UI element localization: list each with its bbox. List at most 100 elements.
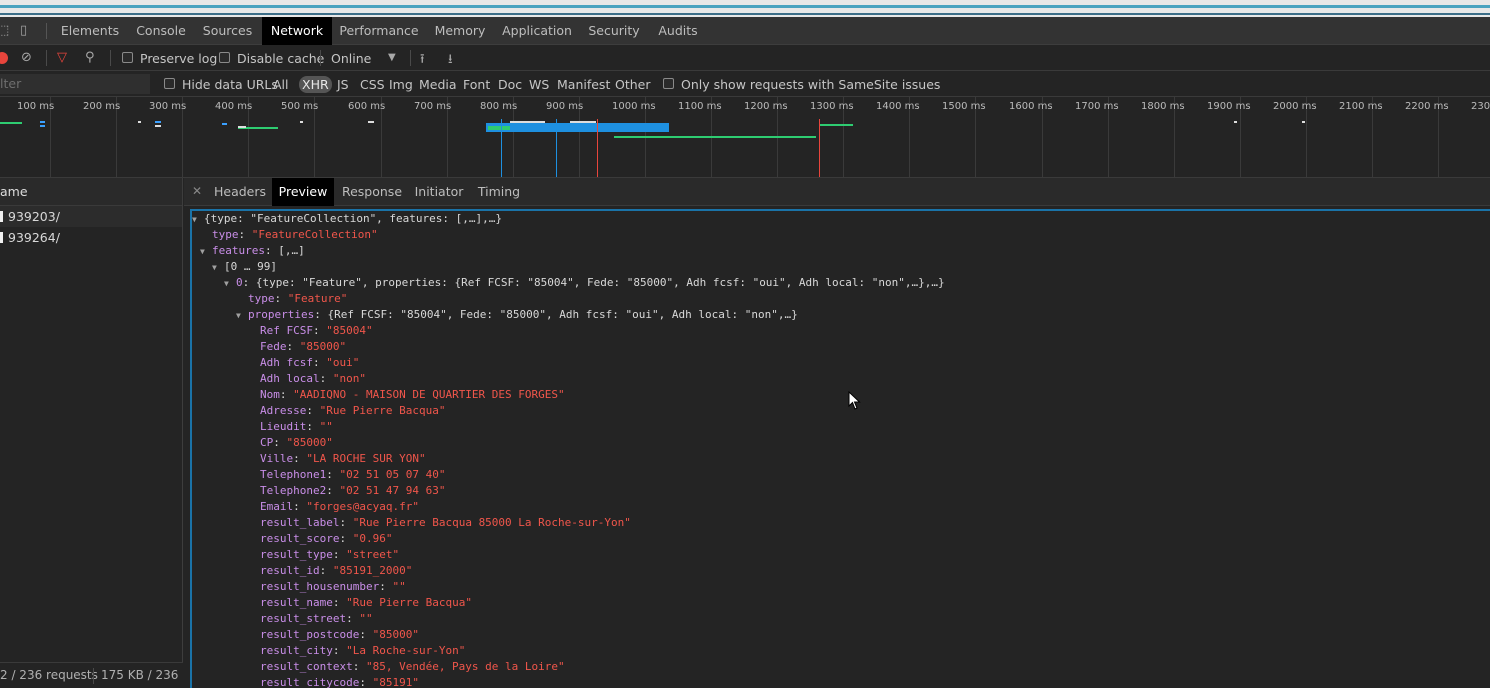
tab-timing[interactable]: Timing — [474, 178, 524, 206]
property-key: result_label — [260, 516, 340, 529]
throttle-dropdown-icon[interactable]: ▼ — [388, 52, 396, 63]
request-list: ame 939203/ 939264/ 2 / 236 requests 175… — [0, 178, 183, 688]
json-property-line: Telephone2: "02 51 47 94 63" — [260, 484, 446, 497]
tabbar-separator — [46, 23, 47, 39]
import-har-icon[interactable]: ⭱ — [420, 50, 425, 72]
filter-type-all[interactable]: All — [273, 77, 289, 92]
preserve-log-checkbox[interactable] — [122, 52, 133, 63]
samesite-label: Only show requests with SameSite issues — [681, 77, 941, 92]
overview-request-bar — [510, 121, 545, 123]
filter-type-font[interactable]: Font — [463, 77, 490, 92]
property-value: "85191_2000" — [332, 564, 413, 577]
json-type-line: type: "FeatureCollection" — [212, 228, 378, 241]
tab-performance[interactable]: Performance — [334, 17, 424, 45]
overview-time-label: 600 ms — [348, 101, 386, 112]
request-row[interactable]: 939203/ — [0, 206, 182, 227]
disable-cache-checkbox[interactable] — [219, 52, 230, 63]
expand-triangle-icon[interactable]: ▼ — [224, 276, 236, 292]
property-key: Telephone2 — [260, 484, 327, 497]
filter-type-xhr[interactable]: XHR — [299, 76, 332, 93]
filter-type-doc[interactable]: Doc — [498, 77, 522, 92]
json-feature-item[interactable]: ▼ 0: {type: "Feature", properties: {Ref F… — [224, 275, 945, 291]
tab-console[interactable]: Console — [130, 17, 192, 45]
json-property-line: result_postcode: "85000" — [260, 628, 419, 641]
property-key: Email — [260, 500, 294, 513]
throttle-select[interactable]: Online — [331, 51, 371, 66]
tab-elements[interactable]: Elements — [52, 17, 128, 45]
property-value: "street" — [346, 548, 400, 561]
filter-type-js[interactable]: JS — [337, 77, 349, 92]
filter-type-ws[interactable]: WS — [529, 77, 549, 92]
export-har-icon[interactable]: ⭳ — [448, 50, 453, 72]
request-name: 939264/ — [8, 230, 60, 245]
overview-event-marker — [597, 119, 598, 177]
json-properties[interactable]: ▼ properties: {Ref FCSF: "85004", Fede: "… — [236, 307, 798, 323]
expand-triangle-icon[interactable]: ▼ — [192, 212, 204, 228]
filter-type-media[interactable]: Media — [419, 77, 457, 92]
tab-security[interactable]: Security — [582, 17, 646, 45]
tab-audits[interactable]: Audits — [651, 17, 705, 45]
tab-initiator[interactable]: Initiator — [410, 178, 468, 206]
hide-data-urls-checkbox[interactable] — [164, 78, 175, 89]
property-key: Adresse — [260, 404, 307, 417]
json-property-line: result_type: "street" — [260, 548, 400, 561]
overview-request-bar — [40, 121, 45, 123]
json-property-line: Adh fcsf: "oui" — [260, 356, 360, 369]
property-key: Telephone1 — [260, 468, 327, 481]
overview-request-bar — [138, 121, 141, 123]
toolbar-separator-2 — [110, 50, 111, 66]
filter-type-css[interactable]: CSS — [360, 77, 385, 92]
filter-type-manifest[interactable]: Manifest — [557, 77, 610, 92]
filter-icon[interactable]: ▽ — [57, 50, 67, 65]
tab-sources[interactable]: Sources — [195, 17, 260, 45]
clear-icon[interactable]: ⊘ — [21, 50, 32, 65]
device-toolbar-icon[interactable]: ▯ — [20, 23, 27, 38]
json-property-line: result_name: "Rue Pierre Bacqua" — [260, 596, 472, 609]
overview-request-bar — [238, 126, 246, 128]
filter-type-img[interactable]: Img — [389, 77, 413, 92]
tab-application[interactable]: Application — [497, 17, 577, 45]
json-root[interactable]: ▼ {type: "FeatureCollection", features: [… — [192, 211, 502, 227]
network-overview[interactable]: 100 ms 200 ms 300 ms 400 ms 500 ms 600 ms 700 … — [0, 97, 1490, 178]
json-property-line: Nom: "AADIQNO - MAISON DE QUARTIER DES F… — [260, 388, 565, 401]
filter-type-other[interactable]: Other — [615, 77, 651, 92]
json-property-line: Email: "forges@acyaq.fr" — [260, 500, 419, 513]
property-value: "non" — [332, 372, 366, 385]
json-preview: ▼ {type: "FeatureCollection", features: [… — [190, 209, 1490, 688]
json-range[interactable]: ▼ [0 … 99] — [212, 259, 277, 275]
expand-triangle-icon[interactable]: ▼ — [212, 260, 224, 276]
expand-triangle-icon[interactable]: ▼ — [236, 308, 248, 324]
samesite-checkbox[interactable] — [663, 78, 674, 89]
expand-triangle-icon[interactable]: ▼ — [200, 244, 212, 260]
property-value: "oui" — [326, 356, 360, 369]
search-icon[interactable]: ⚲ — [85, 50, 95, 65]
overview-time-label: 1000 ms — [612, 101, 656, 112]
tab-network[interactable]: Network — [262, 17, 332, 45]
property-key: result_id — [260, 564, 320, 577]
property-value: "" — [359, 612, 373, 625]
hide-data-urls-label: Hide data URLs — [182, 77, 278, 92]
property-value: "AADIQNO - MAISON DE QUARTIER DES FORGES… — [293, 388, 565, 401]
property-key: Nom — [260, 388, 280, 401]
inspect-element-icon[interactable]: ⬚ — [0, 23, 9, 38]
tab-preview[interactable]: Preview — [272, 178, 334, 206]
property-value: "Rue Pierre Bacqua" — [346, 596, 472, 609]
toolbar-separator — [46, 50, 47, 66]
close-icon[interactable]: ✕ — [192, 184, 202, 198]
overview-request-bar — [155, 121, 161, 123]
record-button[interactable] — [0, 52, 8, 64]
name-column-header[interactable]: ame — [0, 178, 182, 206]
status-separator — [93, 668, 94, 684]
disable-cache-label: Disable cache — [237, 51, 325, 66]
json-features[interactable]: ▼ features: [,…] — [200, 243, 305, 259]
request-row[interactable]: 939264/ — [0, 227, 182, 248]
overview-time-label: 2300 — [1471, 101, 1490, 112]
overview-time-label: 1100 ms — [678, 101, 722, 112]
tab-headers[interactable]: Headers — [210, 178, 270, 206]
property-value: "La Roche-sur-Yon" — [346, 644, 466, 657]
tab-response[interactable]: Response — [338, 178, 406, 206]
filter-input[interactable]: lter — [0, 74, 150, 94]
overview-event-marker — [556, 119, 557, 177]
property-key: result_name — [260, 596, 333, 609]
tab-memory[interactable]: Memory — [428, 17, 492, 45]
